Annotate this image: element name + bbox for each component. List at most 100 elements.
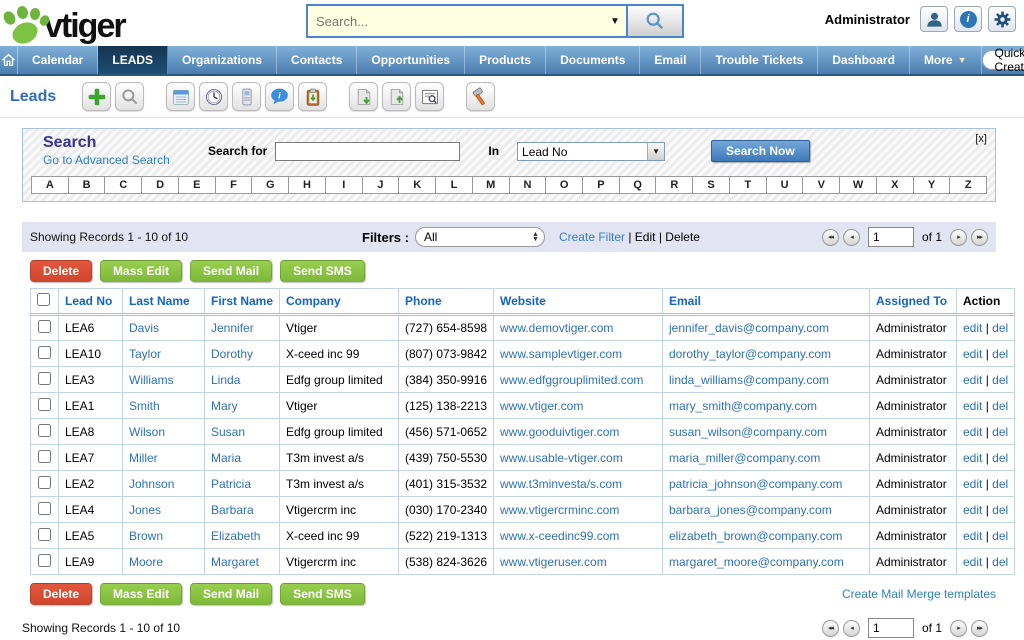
row-checkbox[interactable] [38,502,51,515]
website-link[interactable]: www.t3minvesta/s.com [500,477,622,491]
send-sms-button[interactable]: Send SMS [280,260,365,282]
column-header-action[interactable]: Action [957,289,1015,315]
alphabet-M[interactable]: M [473,177,510,193]
edit-link[interactable]: edit [963,425,982,439]
website-link[interactable]: www.vtigercrminc.com [500,503,619,517]
export-leads-button[interactable] [382,82,411,111]
delete-button[interactable]: Delete [30,583,92,605]
del-link[interactable]: del [992,425,1008,439]
del-link[interactable]: del [992,503,1008,517]
column-header-assigned-to[interactable]: Assigned To [870,289,957,315]
alphabet-T[interactable]: T [730,177,767,193]
filter-select[interactable]: All ▲▼ [415,227,545,247]
alphabet-C[interactable]: C [105,177,142,193]
first-page-button[interactable]: ◂◂ [822,229,839,246]
page-number-input[interactable] [868,618,914,638]
edit-link[interactable]: edit [963,555,982,569]
del-link[interactable]: del [992,529,1008,543]
website-link[interactable]: www.gooduivtiger.com [500,425,619,439]
alphabet-O[interactable]: O [546,177,583,193]
email-link[interactable]: mary_smith@company.com [669,399,817,413]
alphabet-V[interactable]: V [803,177,840,193]
column-header-website[interactable]: Website [494,289,663,315]
first_name-link[interactable]: Susan [211,425,245,439]
alphabet-L[interactable]: L [436,177,473,193]
select-all-checkbox[interactable] [37,293,50,306]
nav-tab-dashboard[interactable]: Dashboard [818,46,910,74]
mass-edit-button[interactable]: Mass Edit [100,260,182,282]
alphabet-H[interactable]: H [289,177,326,193]
website-link[interactable]: www.samplevtiger.com [500,347,622,361]
search-field-select[interactable]: Lead No ▼ [517,142,665,161]
row-checkbox[interactable] [38,346,51,359]
last-page-button[interactable]: ▸▸ [971,620,988,637]
edit-link[interactable]: edit [963,529,982,543]
email-link[interactable]: margaret_moore@company.com [669,555,844,569]
add-lead-button[interactable] [82,82,111,111]
row-checkbox[interactable] [38,476,51,489]
row-checkbox[interactable] [38,554,51,567]
edit-filter-link[interactable]: Edit [635,230,656,244]
send-mail-button[interactable]: Send Mail [190,260,272,282]
nav-tab-opportunities[interactable]: Opportunities [357,46,465,74]
last_name-link[interactable]: Williams [129,373,174,387]
del-link[interactable]: del [992,399,1008,413]
alphabet-A[interactable]: A [32,177,69,193]
next-page-button[interactable]: ▸ [950,229,967,246]
edit-link[interactable]: edit [963,347,982,361]
alphabet-W[interactable]: W [840,177,877,193]
search-scope-dropdown-icon[interactable]: ▼ [604,6,626,36]
nav-tab-organizations[interactable]: Organizations [168,46,277,74]
search-for-input[interactable] [275,142,460,161]
clock-button[interactable] [199,82,228,111]
del-link[interactable]: del [992,477,1008,491]
alphabet-Y[interactable]: Y [914,177,951,193]
global-search-input[interactable] [308,6,604,36]
alphabet-G[interactable]: G [252,177,289,193]
create-filter-link[interactable]: Create Filter [559,230,625,244]
del-link[interactable]: del [992,321,1008,335]
nav-tab-contacts[interactable]: Contacts [277,46,357,74]
website-link[interactable]: www.x-ceedinc99.com [500,529,619,543]
advanced-search-link[interactable]: Go to Advanced Search [43,153,170,167]
edit-link[interactable]: edit [963,399,982,413]
send-mail-button[interactable]: Send Mail [190,583,272,605]
calendar-button[interactable] [166,82,195,111]
row-checkbox[interactable] [38,398,51,411]
alphabet-R[interactable]: R [656,177,693,193]
del-link[interactable]: del [992,347,1008,361]
last-page-button[interactable]: ▸▸ [971,229,988,246]
nav-tab-calendar[interactable]: Calendar [18,46,98,74]
first_name-link[interactable]: Mary [211,399,238,413]
row-checkbox[interactable] [38,424,51,437]
delete-filter-link[interactable]: Delete [665,230,700,244]
del-link[interactable]: del [992,451,1008,465]
nav-tab-leads[interactable]: LEADS [98,46,168,74]
last_name-link[interactable]: Brown [129,529,163,543]
website-link[interactable]: www.demovtiger.com [500,321,613,335]
help-button[interactable]: i [954,6,982,32]
clipboard-task-button[interactable] [298,82,327,111]
email-link[interactable]: jennifer_davis@company.com [669,321,829,335]
last_name-link[interactable]: Johnson [129,477,174,491]
last_name-link[interactable]: Jones [129,503,161,517]
create-mail-merge-link[interactable]: Create Mail Merge templates [842,587,996,601]
column-header-lead-no[interactable]: Lead No [59,289,123,315]
nav-tab-more[interactable]: More▼ [910,46,982,74]
del-link[interactable]: del [992,555,1008,569]
alphabet-U[interactable]: U [767,177,804,193]
column-header-company[interactable]: Company [280,289,399,315]
last_name-link[interactable]: Smith [129,399,160,413]
search-panel-close-button[interactable]: [x] [975,133,987,145]
alphabet-K[interactable]: K [399,177,436,193]
nav-tab-trouble-tickets[interactable]: Trouble Tickets [701,46,818,74]
last_name-link[interactable]: Taylor [129,347,161,361]
column-header-phone[interactable]: Phone [399,289,494,315]
prev-page-button[interactable]: ◂ [843,229,860,246]
row-checkbox[interactable] [38,528,51,541]
nav-tab-documents[interactable]: Documents [546,46,640,74]
send-sms-button[interactable]: Send SMS [280,583,365,605]
settings-button[interactable] [988,6,1016,32]
my-account-button[interactable] [920,6,948,32]
alphabet-B[interactable]: B [69,177,106,193]
